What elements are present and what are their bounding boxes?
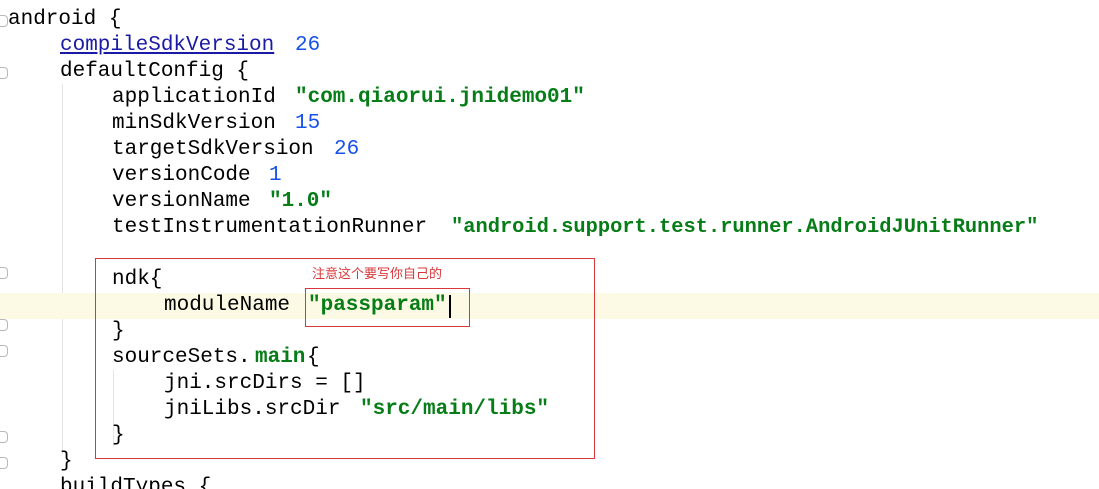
code-editor[interactable]: android { compileSdkVersion 26 defaultCo… (0, 0, 1099, 489)
code-compile-sdk-value: 26 (295, 34, 321, 57)
code-min-sdk-key: minSdkVersion (112, 112, 289, 135)
code-version-code-value: 1 (269, 164, 282, 187)
code-min-sdk-value: 15 (295, 112, 321, 135)
code-version-code-key: versionCode (112, 164, 264, 187)
code-default-config-close: } (60, 450, 73, 473)
code-default-config: defaultConfig { (60, 60, 250, 83)
code-runner-value: "android.support.test.runner.AndroidJUni… (451, 216, 1039, 239)
code-line[interactable]: applicationId "com.qiaorui.jnidemo01" (0, 85, 1099, 111)
code-application-id-key: applicationId (112, 86, 289, 109)
code-line[interactable]: minSdkVersion 15 (0, 111, 1099, 137)
code-line[interactable]: versionName "1.0" (0, 189, 1099, 215)
code-line[interactable]: targetSdkVersion 26 (0, 137, 1099, 163)
fold-marker-icon[interactable] (0, 457, 8, 469)
code-compile-sdk-key[interactable]: compileSdkVersion (60, 33, 274, 59)
fold-marker-icon[interactable] (0, 345, 8, 357)
fold-marker-icon[interactable] (0, 431, 8, 443)
code-line[interactable]: compileSdkVersion 26 (0, 33, 1099, 59)
code-version-name-value: "1.0" (269, 190, 333, 213)
highlight-box-module-name (305, 288, 470, 327)
code-line[interactable]: versionCode 1 (0, 163, 1099, 189)
fold-marker-icon[interactable] (0, 15, 8, 27)
code-line[interactable]: buildTypes { (0, 475, 1099, 489)
text-cursor (449, 295, 451, 318)
code-target-sdk-key: targetSdkVersion (112, 138, 327, 161)
code-line[interactable]: testInstrumentationRunner "android.suppo… (0, 215, 1099, 241)
code-runner-key: testInstrumentationRunner (112, 216, 440, 239)
code-android: android { (8, 8, 122, 31)
code-target-sdk-value: 26 (334, 138, 360, 161)
fold-marker-icon[interactable] (0, 67, 8, 79)
code-line[interactable]: defaultConfig { (0, 59, 1099, 85)
code-build-types: buildTypes { (60, 476, 212, 489)
code-version-name-key: versionName (112, 190, 264, 213)
code-application-id-value: "com.qiaorui.jnidemo01" (295, 86, 585, 109)
annotation-note: 注意这个要写你自己的 (312, 267, 443, 282)
code-line[interactable]: android { (0, 7, 1099, 33)
